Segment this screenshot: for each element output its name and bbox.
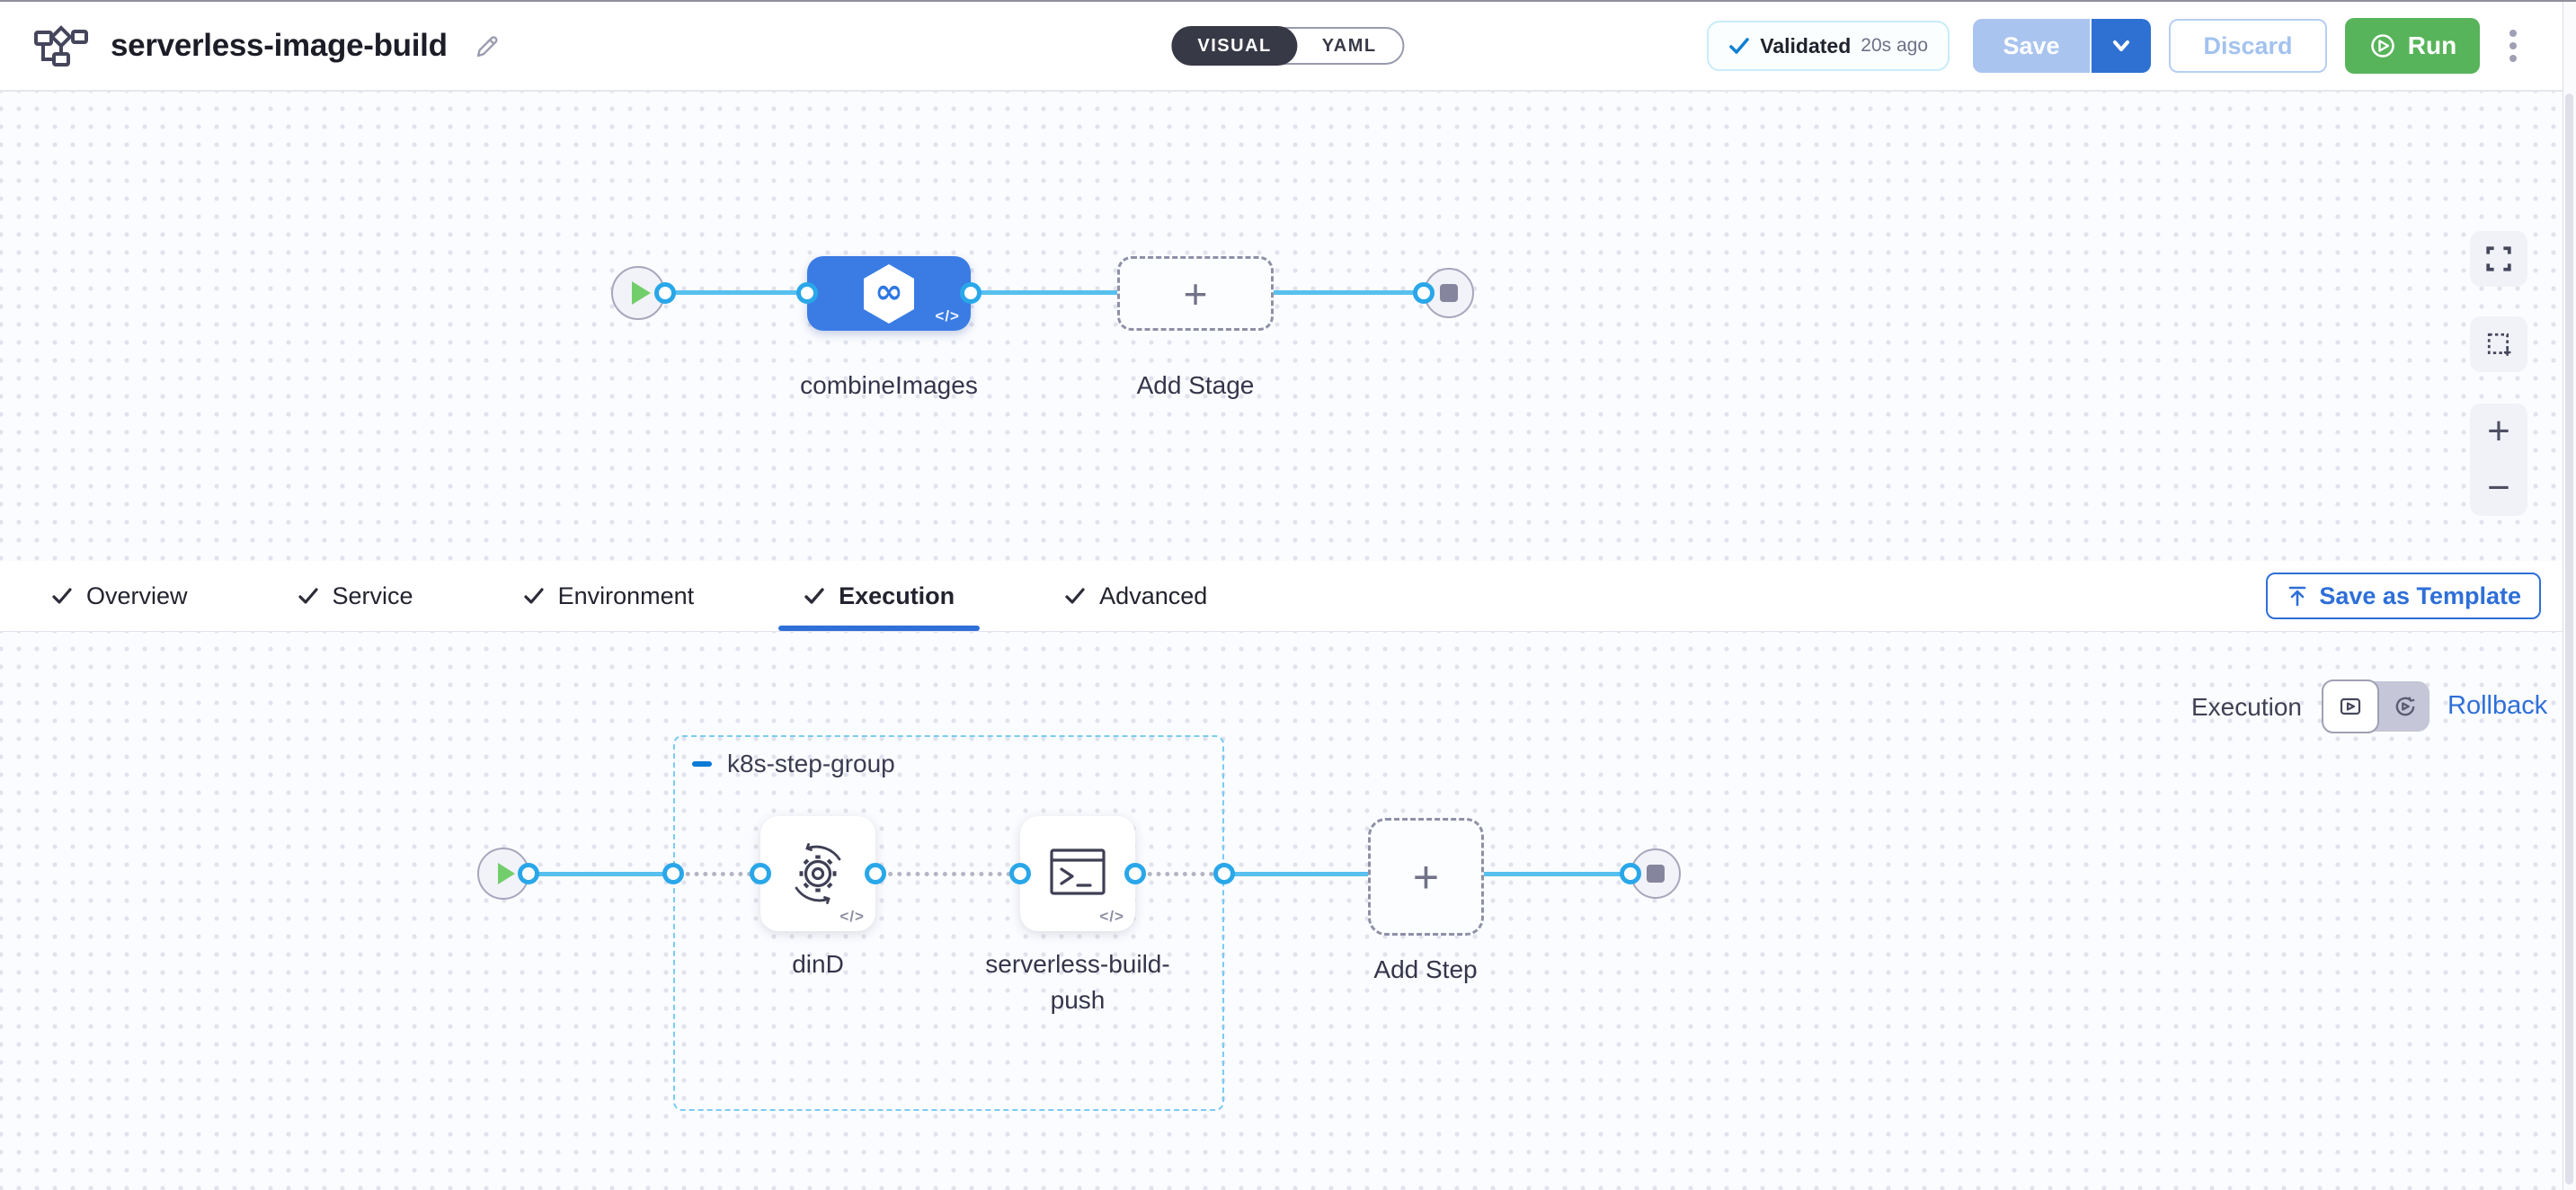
wire-addstep-to-end (1484, 872, 1632, 876)
wire-start-to-stage (665, 290, 809, 295)
group-out-port[interactable] (1213, 863, 1235, 884)
step-group-k8s[interactable] (673, 735, 1224, 1111)
step-label-dind[interactable]: dinD (638, 946, 998, 982)
toggle-yaml[interactable]: YAML (1296, 27, 1403, 65)
run-button[interactable]: Run (2345, 18, 2480, 74)
visual-yaml-toggle: VISUAL YAML (1171, 27, 1404, 65)
validated-label: Validated (1760, 34, 1851, 58)
validated-badge[interactable]: Validated 20s ago (1707, 21, 1950, 71)
pipeline-studio: serverless-image-build VISUAL YAML Valid… (0, 0, 2576, 1190)
zoom-controls: + − (2470, 404, 2527, 516)
step-code-icon[interactable]: </> (839, 908, 865, 926)
stage-code-icon[interactable]: </> (935, 307, 960, 325)
plus-icon: + (1184, 273, 1208, 315)
step-group-name[interactable]: k8s-step-group (727, 750, 895, 778)
rollback-link[interactable]: Rollback (2447, 691, 2547, 721)
page-title: serverless-image-build (111, 28, 448, 64)
header: serverless-image-build VISUAL YAML Valid… (0, 2, 2576, 92)
execution-start-port[interactable] (518, 863, 539, 884)
save-as-template-button[interactable]: Save as Template (2266, 573, 2541, 619)
tab-service[interactable]: Service (272, 561, 439, 631)
rollback-mode-button[interactable] (2381, 681, 2429, 732)
run-label: Run (2408, 31, 2456, 60)
tab-overview[interactable]: Overview (26, 561, 213, 631)
execution-play-icon (2338, 695, 2363, 718)
check-icon (51, 585, 73, 607)
toggle-visual[interactable]: VISUAL (1171, 26, 1297, 66)
execution-canvas[interactable]: Execution Rollback (0, 632, 2576, 1190)
stage-tabbar: Overview Service Environment Execution A… (0, 561, 2576, 632)
execution-rollback-toggle (2323, 681, 2429, 732)
step-node-dind[interactable]: </> (760, 816, 875, 931)
stage-node-combineimages[interactable]: ∞ </> (807, 256, 971, 331)
add-stage-node[interactable]: + (1117, 256, 1274, 331)
tab-advanced[interactable]: Advanced (1039, 561, 1232, 631)
plus-icon: + (1413, 855, 1439, 900)
header-title-group: serverless-image-build (33, 24, 502, 67)
scrollbar-thumb[interactable] (2565, 93, 2573, 1185)
fullscreen-icon (2485, 245, 2512, 272)
execution-end-port[interactable] (1620, 863, 1641, 884)
wire-addstage-to-end (1272, 290, 1426, 295)
stop-icon (1440, 284, 1458, 302)
upload-icon (2286, 584, 2309, 608)
zoom-in-button[interactable]: + (2487, 412, 2510, 451)
serverless-in-port[interactable] (1009, 863, 1031, 884)
wire-stage-to-addstage (969, 290, 1119, 295)
tab-execution[interactable]: Execution (778, 561, 980, 631)
stop-icon (1647, 865, 1665, 883)
zoom-out-button[interactable]: − (2487, 468, 2510, 508)
start-play-icon (498, 863, 515, 884)
validated-time: 20s ago (1861, 35, 1928, 57)
tab-environment[interactable]: Environment (498, 561, 720, 631)
ci-stage-icon: ∞ (860, 262, 918, 325)
dind-in-port[interactable] (750, 863, 771, 884)
dind-out-port[interactable] (865, 863, 886, 884)
svg-text:∞: ∞ (875, 271, 903, 311)
end-port[interactable] (1413, 282, 1435, 304)
group-in-port[interactable] (662, 863, 684, 884)
serverless-out-port[interactable] (1124, 863, 1146, 884)
save-split-button: Save (1973, 19, 2151, 73)
select-region-button[interactable] (2470, 316, 2527, 372)
vertical-scrollbar[interactable] (2563, 2, 2576, 1190)
add-stage-label[interactable]: Add Stage (1016, 368, 1375, 404)
rollback-icon (2393, 694, 2418, 719)
run-play-icon (2368, 31, 2397, 60)
fit-to-screen-button[interactable] (2470, 231, 2527, 287)
check-icon (804, 585, 825, 607)
stage-label[interactable]: combineImages (709, 368, 1069, 404)
save-options-button[interactable] (2092, 19, 2151, 73)
save-button[interactable]: Save (1973, 19, 2092, 73)
step-group-header: k8s-step-group (692, 750, 895, 778)
edit-title-icon[interactable] (473, 31, 502, 60)
step-node-serverless-build-push[interactable]: </> (1020, 816, 1135, 931)
docker-in-docker-gear-icon (784, 839, 852, 908)
add-step-node[interactable]: + (1368, 818, 1484, 936)
stage-canvas[interactable]: ∞ </> + combineImages Add Stage + (0, 92, 2576, 561)
check-icon (523, 585, 545, 607)
pipeline-icon (33, 24, 89, 67)
check-icon (1064, 585, 1086, 607)
header-actions: Validated 20s ago Save Discard Run (1707, 18, 2522, 74)
collapse-group-icon[interactable] (692, 761, 712, 767)
marquee-select-icon (2485, 331, 2512, 358)
step-code-icon[interactable]: </> (1099, 908, 1124, 926)
more-options-button[interactable] (2504, 24, 2522, 67)
check-icon (1728, 35, 1750, 57)
wire-start-to-group (529, 872, 675, 876)
step-label-serverless[interactable]: serverless-build-push (979, 946, 1177, 1018)
execution-mode-label: Execution (2191, 693, 2302, 722)
run-script-terminal-icon (1048, 847, 1107, 901)
add-step-label[interactable]: Add Step (1246, 952, 1605, 988)
chevron-down-icon (2109, 34, 2134, 58)
stage-in-port[interactable] (796, 282, 818, 304)
stage-out-port[interactable] (960, 282, 982, 304)
start-port[interactable] (654, 282, 676, 304)
wire-group-to-addstep (1224, 872, 1370, 876)
start-play-icon (632, 281, 651, 305)
check-icon (298, 585, 319, 607)
execution-mode-button[interactable] (2322, 679, 2379, 733)
discard-button[interactable]: Discard (2169, 19, 2327, 73)
